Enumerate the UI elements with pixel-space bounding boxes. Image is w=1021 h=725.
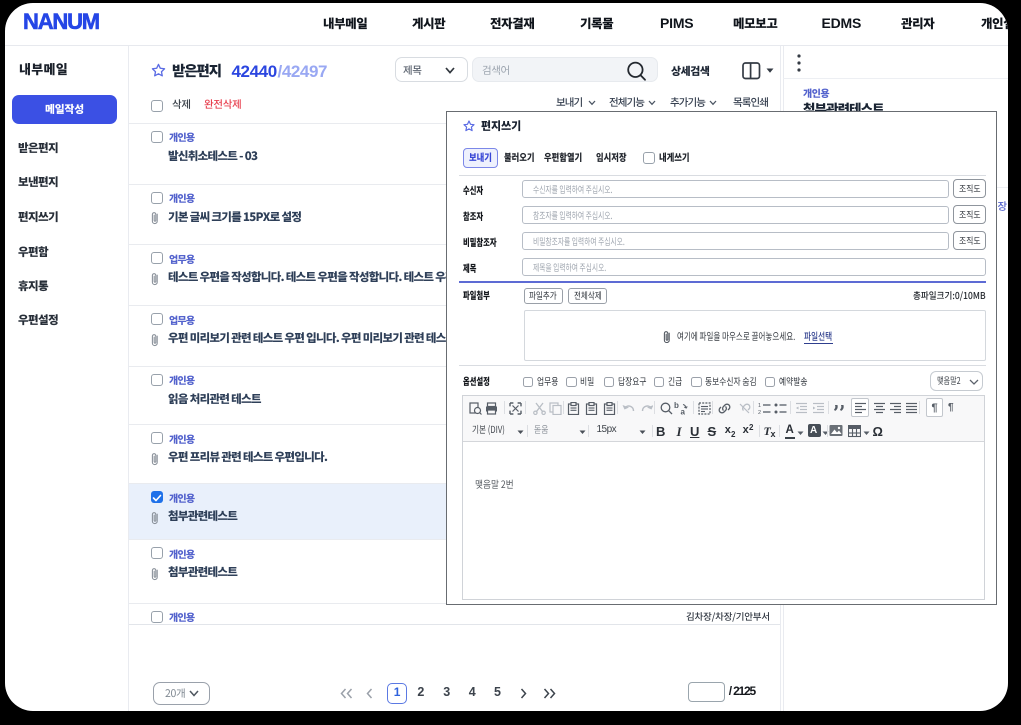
svg-text:b: b <box>674 402 679 410</box>
svg-text:1: 1 <box>758 403 761 409</box>
svg-text:a: a <box>680 407 685 415</box>
svg-text:2: 2 <box>758 410 761 415</box>
